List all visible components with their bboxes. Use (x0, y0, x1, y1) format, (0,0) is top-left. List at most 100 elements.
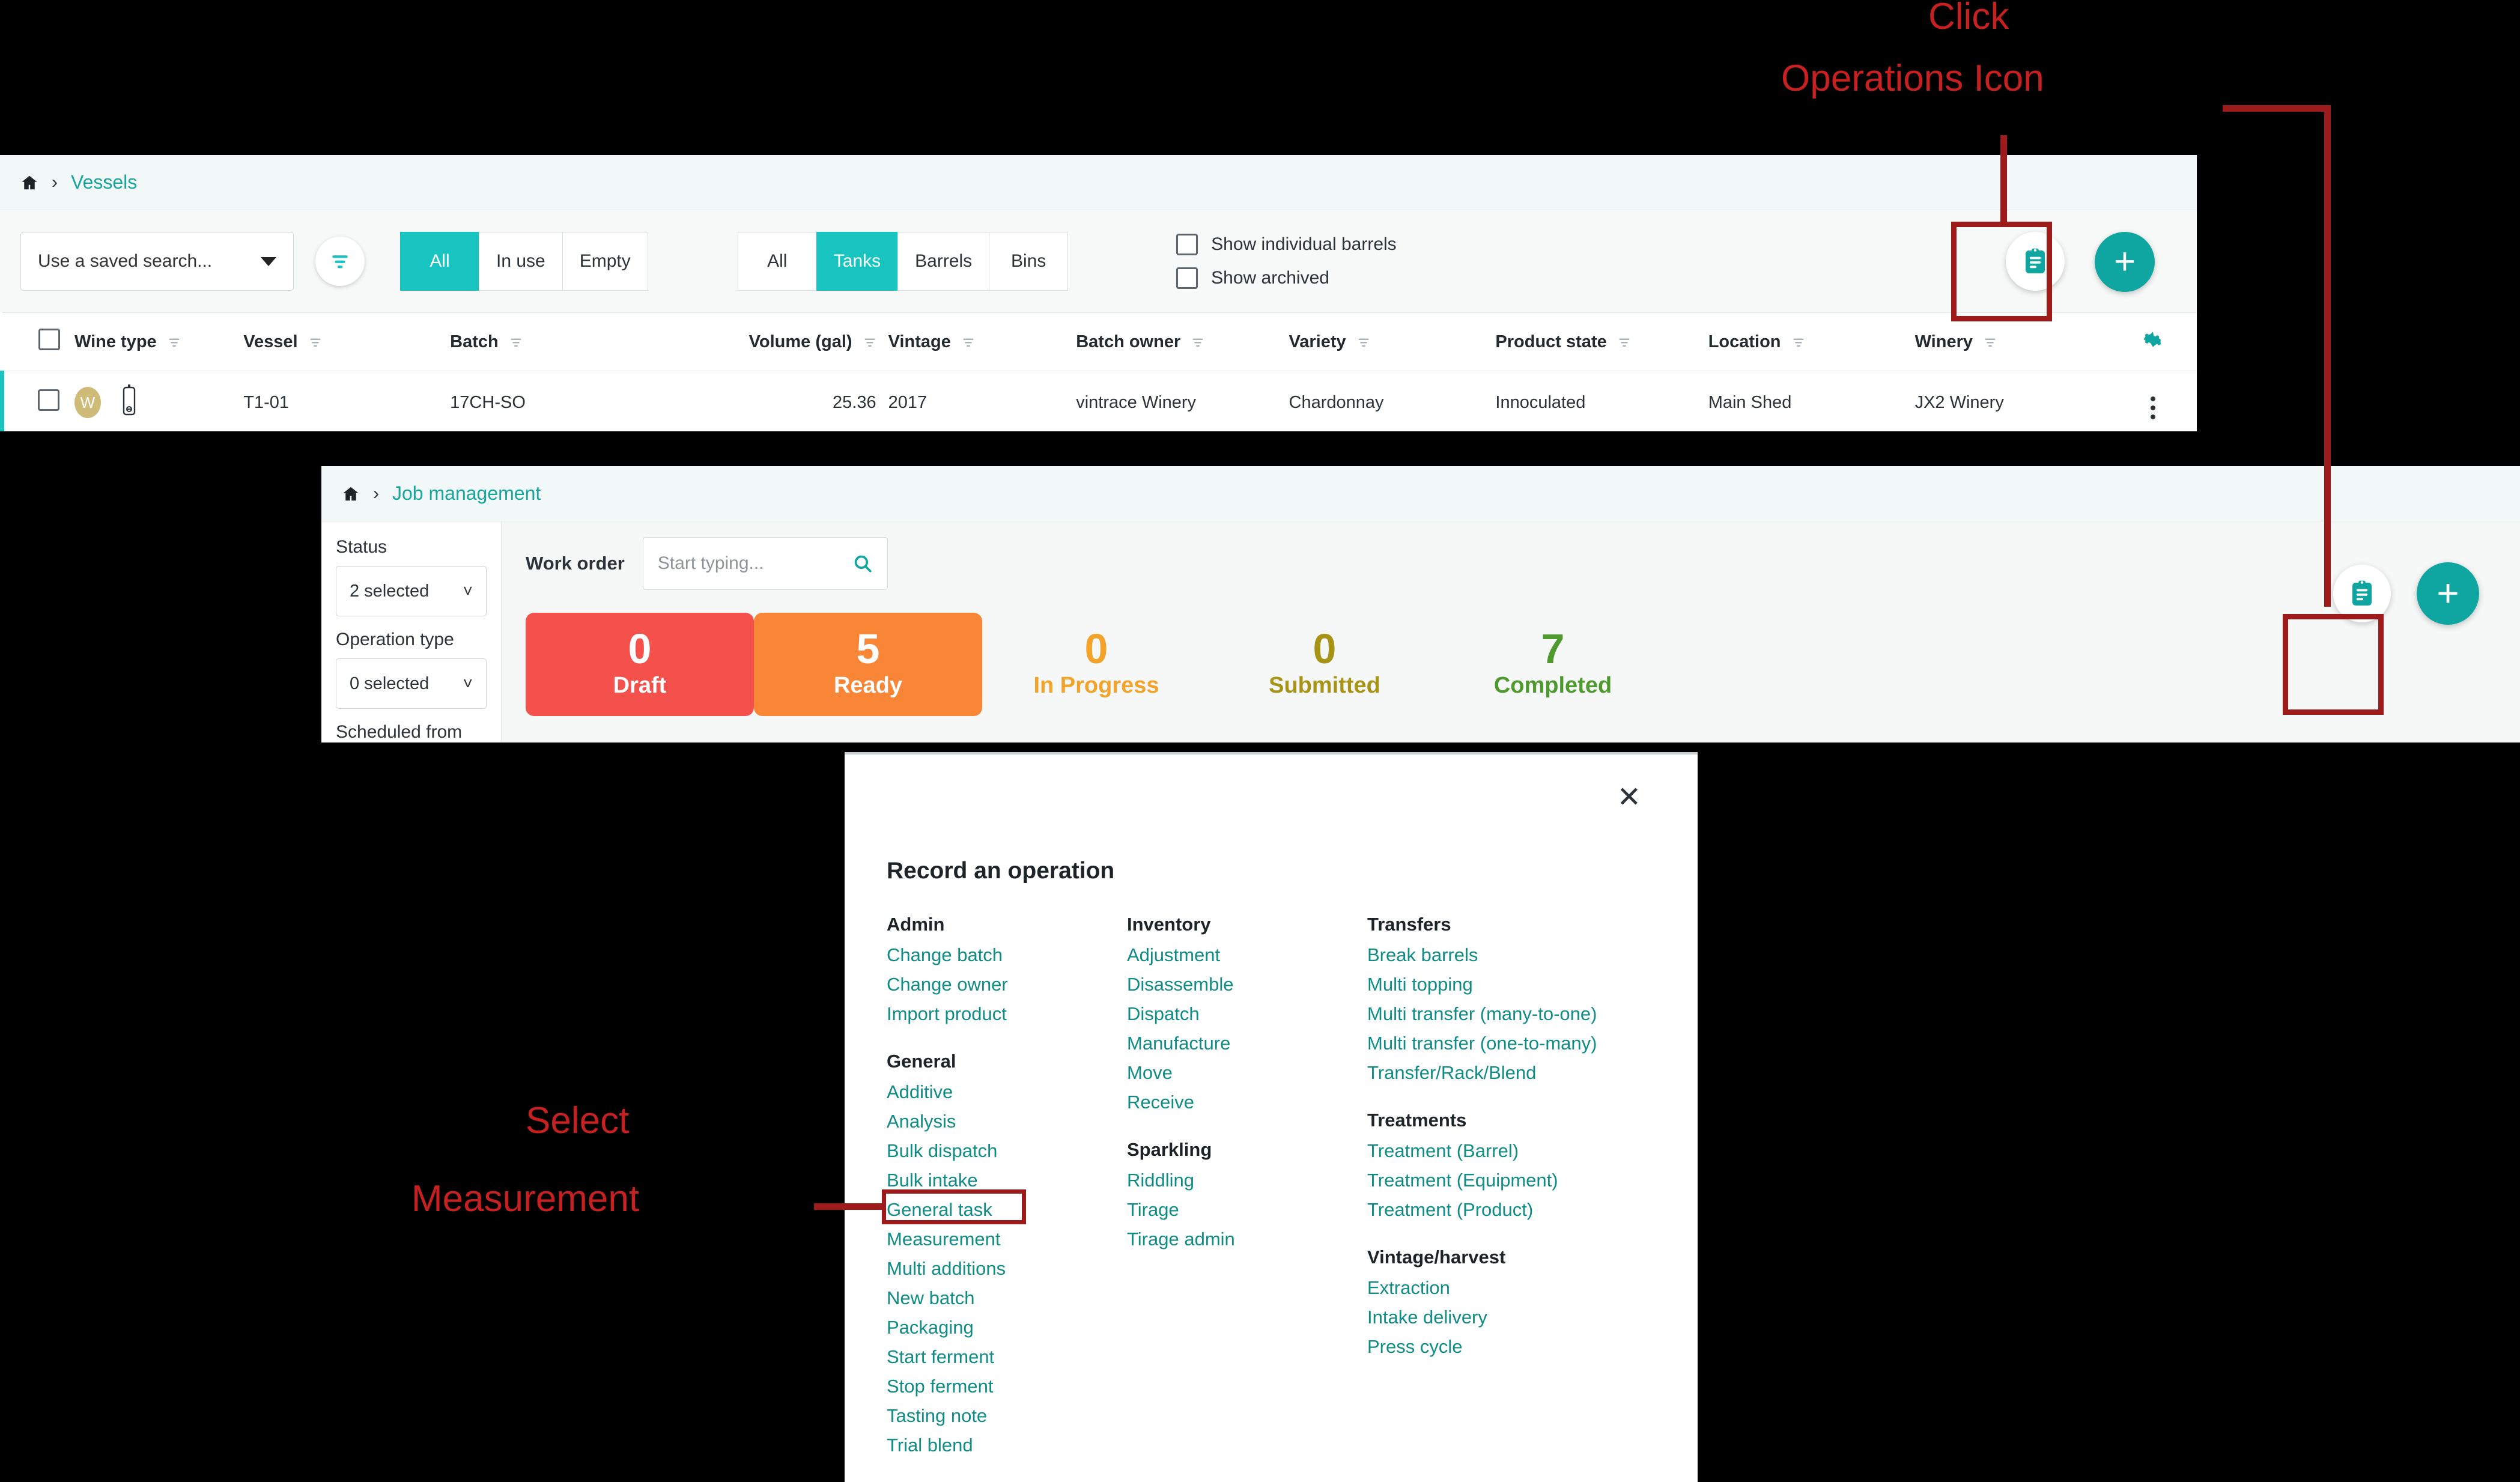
add-button-job[interactable]: + (2417, 562, 2479, 625)
op-link-general-task[interactable]: General task (887, 1195, 1127, 1225)
column-header-product-state[interactable]: Product state (1489, 312, 1702, 371)
cell-product-state: Innoculated (1489, 371, 1702, 431)
column-header-batch-owner[interactable]: Batch owner (1070, 312, 1283, 371)
segment-empty[interactable]: Empty (562, 232, 648, 291)
table-row[interactable]: W T1-01 17CH-SO 25.36 2017 vintrace Wine… (2, 371, 2197, 431)
op-link-change-owner[interactable]: Change owner (887, 970, 1127, 1000)
segment-tanks[interactable]: Tanks (816, 232, 899, 291)
column-header-variety[interactable]: Variety (1283, 312, 1490, 371)
work-order-input[interactable]: Start typing... (642, 537, 888, 590)
checkbox-show-individual-barrels[interactable]: Show individual barrels (1176, 234, 1397, 255)
breadcrumb-current-vessels[interactable]: Vessels (71, 171, 137, 193)
op-link-treatment-equipment[interactable]: Treatment (Equipment) (1367, 1166, 1680, 1195)
close-icon: ✕ (1617, 782, 1641, 813)
op-link-transfer-rack-blend[interactable]: Transfer/Rack/Blend (1367, 1058, 1680, 1088)
home-icon[interactable] (342, 485, 360, 503)
modal-group-general: General Additive Analysis Bulk dispatch … (887, 1051, 1127, 1460)
column-header-winery[interactable]: Winery (1908, 312, 2110, 371)
op-link-disassemble[interactable]: Disassemble (1127, 970, 1367, 1000)
search-icon[interactable] (852, 553, 873, 574)
op-link-import-product[interactable]: Import product (887, 1000, 1127, 1029)
op-link-riddling[interactable]: Riddling (1127, 1166, 1367, 1195)
op-link-multi-topping[interactable]: Multi topping (1367, 970, 1680, 1000)
modal-group-inventory: Inventory Adjustment Disassemble Dispatc… (1127, 914, 1367, 1117)
segment-all-usage[interactable]: All (400, 232, 479, 291)
op-link-packaging[interactable]: Packaging (887, 1313, 1127, 1343)
op-link-treatment-barrel[interactable]: Treatment (Barrel) (1367, 1137, 1680, 1166)
status-card-ready[interactable]: 5 Ready (754, 613, 982, 716)
breadcrumb-current-job-management[interactable]: Job management (392, 482, 541, 505)
status-card-in-progress[interactable]: 0 In Progress (982, 613, 1210, 716)
add-button-vessels[interactable]: + (2095, 232, 2155, 292)
gear-icon[interactable] (2143, 329, 2163, 350)
checkbox-show-archived[interactable]: Show archived (1176, 267, 1397, 289)
column-header-volume[interactable]: Volume (gal) (657, 312, 882, 371)
column-header-vessel[interactable]: Vessel (237, 312, 445, 371)
cell-batch-link[interactable]: 17CH-SO (444, 371, 657, 431)
op-link-tirage-admin[interactable]: Tirage admin (1127, 1225, 1367, 1254)
select-all-checkbox[interactable] (38, 329, 60, 350)
segment-barrels[interactable]: Barrels (897, 232, 990, 291)
close-modal-button[interactable]: ✕ (1617, 783, 1641, 812)
column-header-location[interactable]: Location (1702, 312, 1909, 371)
breadcrumb-separator: › (373, 483, 379, 503)
status-label: Completed (1493, 673, 1612, 699)
status-card-submitted[interactable]: 0 Submitted (1210, 613, 1439, 716)
op-link-move[interactable]: Move (1127, 1058, 1367, 1088)
column-label: Batch (450, 332, 499, 351)
sort-icon (310, 338, 320, 347)
annotation-elbow-vertical-right (2324, 105, 2331, 607)
op-link-bulk-intake[interactable]: Bulk intake (887, 1166, 1127, 1195)
filter-label-scheduled-from: Scheduled from (336, 722, 463, 742)
op-link-tirage[interactable]: Tirage (1127, 1195, 1367, 1225)
filter-select-operation-type[interactable]: 0 selected ˅ (336, 658, 487, 709)
column-header-batch[interactable]: Batch (444, 312, 657, 371)
sort-icon (1793, 338, 1803, 347)
column-label: Vintage (888, 332, 951, 351)
op-link-multi-transfer-many-to-one[interactable]: Multi transfer (many-to-one) (1367, 1000, 1680, 1029)
row-checkbox[interactable] (38, 389, 59, 411)
status-card-draft[interactable]: 0 Draft (526, 613, 754, 716)
operations-button-vessels[interactable] (2006, 232, 2065, 291)
segment-all-type[interactable]: All (737, 232, 817, 291)
op-link-receive[interactable]: Receive (1127, 1088, 1367, 1117)
op-link-tasting-note[interactable]: Tasting note (887, 1402, 1127, 1431)
status-count: 0 (1313, 625, 1337, 673)
filter-value: 2 selected (350, 581, 430, 601)
op-link-intake-delivery[interactable]: Intake delivery (1367, 1303, 1680, 1332)
home-icon[interactable] (20, 174, 38, 192)
op-link-analysis[interactable]: Analysis (887, 1107, 1127, 1137)
segment-bins[interactable]: Bins (989, 232, 1069, 291)
operations-button-job[interactable] (2333, 565, 2391, 622)
op-link-extraction[interactable]: Extraction (1367, 1274, 1680, 1303)
op-link-multi-additions[interactable]: Multi additions (887, 1254, 1127, 1284)
status-card-completed[interactable]: 7 Completed (1439, 613, 1667, 716)
op-link-measurement[interactable]: Measurement (887, 1225, 1127, 1254)
segment-in-use[interactable]: In use (479, 232, 563, 291)
op-link-treatment-product[interactable]: Treatment (Product) (1367, 1195, 1680, 1225)
op-link-stop-ferment[interactable]: Stop ferment (887, 1372, 1127, 1402)
op-link-trial-blend[interactable]: Trial blend (887, 1431, 1127, 1460)
record-operation-modal: ✕ Record an operation Admin Change batch… (845, 752, 1698, 1482)
modal-columns: Admin Change batch Change owner Import p… (887, 914, 1674, 1482)
filter-button[interactable] (315, 237, 365, 286)
op-link-bulk-dispatch[interactable]: Bulk dispatch (887, 1137, 1127, 1166)
filter-select-status[interactable]: 2 selected ˅ (336, 566, 487, 616)
op-link-manufacture[interactable]: Manufacture (1127, 1029, 1367, 1058)
modal-column-3: Transfers Break barrels Multi topping Mu… (1367, 914, 1680, 1482)
op-link-new-batch[interactable]: New batch (887, 1284, 1127, 1313)
column-label: Product state (1495, 332, 1607, 351)
op-link-adjustment[interactable]: Adjustment (1127, 941, 1367, 970)
op-link-start-ferment[interactable]: Start ferment (887, 1343, 1127, 1372)
column-header-wine-type[interactable]: Wine type (68, 312, 238, 371)
job-body: Status 2 selected ˅ Operation type 0 sel… (321, 521, 2520, 743)
op-link-multi-transfer-one-to-many[interactable]: Multi transfer (one-to-many) (1367, 1029, 1680, 1058)
op-link-change-batch[interactable]: Change batch (887, 941, 1127, 970)
op-link-press-cycle[interactable]: Press cycle (1367, 1332, 1680, 1362)
cell-row-menu[interactable] (2109, 371, 2197, 431)
op-link-additive[interactable]: Additive (887, 1078, 1127, 1107)
op-link-dispatch[interactable]: Dispatch (1127, 1000, 1367, 1029)
column-header-vintage[interactable]: Vintage (882, 312, 1070, 371)
saved-search-select[interactable]: Use a saved search... (20, 232, 294, 291)
op-link-break-barrels[interactable]: Break barrels (1367, 941, 1680, 970)
